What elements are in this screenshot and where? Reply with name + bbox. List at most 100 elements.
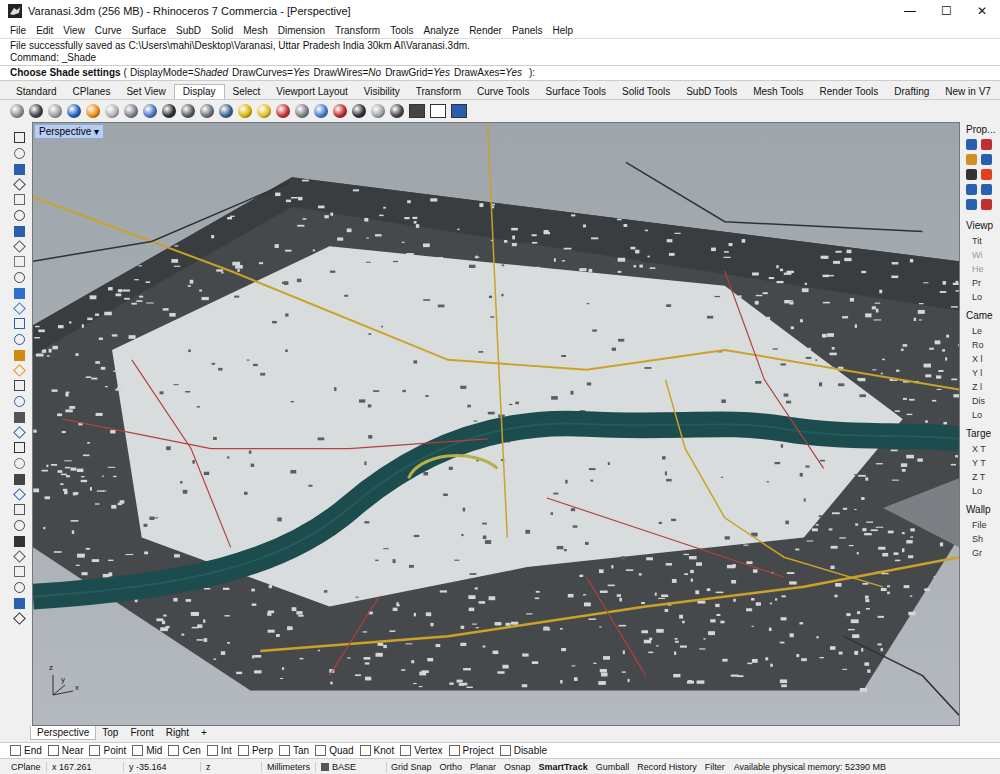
status-toggle[interactable]: Ortho xyxy=(436,762,467,772)
tool-icon[interactable] xyxy=(14,412,25,423)
panel-page-icon[interactable] xyxy=(966,154,977,165)
panel-field[interactable]: He xyxy=(966,262,1000,276)
status-toggle[interactable]: Grid Snap xyxy=(387,762,436,772)
menu-item[interactable]: File xyxy=(10,25,26,36)
panel-page-icon[interactable] xyxy=(981,199,992,210)
osnap-checkbox[interactable] xyxy=(315,745,326,756)
toolbar-tab[interactable]: SubD Tools xyxy=(678,85,745,99)
osnap-checkbox[interactable] xyxy=(500,745,511,756)
tool-icon[interactable] xyxy=(14,598,25,609)
display-tool-icon[interactable] xyxy=(200,104,214,118)
osnap-option[interactable]: Near xyxy=(48,745,84,756)
panel-field[interactable]: Dis xyxy=(966,394,1000,408)
layers-icon[interactable] xyxy=(451,104,467,118)
menu-item[interactable]: Analyze xyxy=(424,25,460,36)
tool-icon[interactable] xyxy=(14,132,25,143)
display-tool-icon[interactable] xyxy=(124,104,138,118)
panel-field[interactable]: Y l xyxy=(966,366,1000,380)
tool-icon[interactable] xyxy=(14,536,25,547)
panel-field[interactable]: Tit xyxy=(966,234,1000,248)
osnap-checkbox[interactable] xyxy=(360,745,371,756)
display-tool-icon[interactable] xyxy=(181,104,195,118)
cplane-label[interactable]: CPlane xyxy=(6,762,47,772)
panel-field[interactable]: Ro xyxy=(966,338,1000,352)
menu-item[interactable]: Curve xyxy=(95,25,122,36)
osnap-option[interactable]: Cen xyxy=(168,745,200,756)
osnap-checkbox[interactable] xyxy=(132,745,143,756)
panel-field[interactable]: Y T xyxy=(966,456,1000,470)
toolbar-tab[interactable]: Set View xyxy=(118,85,173,99)
viewport-tab[interactable]: Right xyxy=(160,726,195,739)
window-control-button[interactable]: ☐ xyxy=(928,4,964,18)
panel-page-icon[interactable] xyxy=(981,184,992,195)
display-tool-icon[interactable] xyxy=(295,104,309,118)
section-title[interactable]: Came xyxy=(966,308,1000,324)
menu-item[interactable]: Surface xyxy=(132,25,166,36)
add-viewport-button[interactable]: + xyxy=(195,726,213,739)
viewport-tab[interactable]: Front xyxy=(124,726,159,739)
display-tool-icon[interactable] xyxy=(29,104,43,118)
toolbar-tab[interactable]: Transform xyxy=(408,85,469,99)
city-model[interactable] xyxy=(33,123,959,725)
display-tool-icon[interactable] xyxy=(333,104,347,118)
toolbar-tab[interactable]: Mesh Tools xyxy=(745,85,811,99)
display-tool-icon[interactable] xyxy=(143,104,157,118)
osnap-checkbox[interactable] xyxy=(449,745,460,756)
panel-field[interactable]: Wi xyxy=(966,248,1000,262)
toolbar-tab[interactable]: New in V7 xyxy=(937,85,999,99)
tool-icon[interactable] xyxy=(14,318,25,329)
osnap-option[interactable]: Vertex xyxy=(400,745,442,756)
tool-icon[interactable] xyxy=(14,210,25,221)
panel-field[interactable]: Lo xyxy=(966,290,1000,304)
osnap-option[interactable]: Mid xyxy=(132,745,162,756)
panel-page-icon[interactable] xyxy=(966,139,977,150)
tool-icon[interactable] xyxy=(14,272,25,283)
display-tool-icon[interactable] xyxy=(48,104,62,118)
tool-icon[interactable] xyxy=(14,288,25,299)
display-tool-icon[interactable] xyxy=(10,104,24,118)
toolbar-tab[interactable]: Standard xyxy=(8,85,65,99)
osnap-checkbox[interactable] xyxy=(10,745,21,756)
status-toggle[interactable]: Gumball xyxy=(592,762,634,772)
toolbar-tab[interactable]: CPlanes xyxy=(65,85,119,99)
menu-item[interactable]: Mesh xyxy=(243,25,267,36)
prompt-option[interactable]: DrawWires=No xyxy=(314,67,382,78)
panel-page-icon[interactable] xyxy=(981,139,992,150)
osnap-option[interactable]: Tan xyxy=(279,745,309,756)
status-toggle[interactable]: Record History xyxy=(633,762,701,772)
menu-item[interactable]: Edit xyxy=(36,25,53,36)
display-tool-icon[interactable] xyxy=(86,104,100,118)
osnap-checkbox[interactable] xyxy=(238,745,249,756)
tool-icon[interactable] xyxy=(14,334,25,345)
panel-page-icon[interactable] xyxy=(981,154,992,165)
toolbar-tab[interactable]: Select xyxy=(225,85,269,99)
viewport-tab[interactable]: Top xyxy=(96,726,124,739)
panel-field[interactable]: File xyxy=(966,518,1000,532)
viewport-menu-glyph[interactable]: ▾ xyxy=(94,126,99,137)
osnap-checkbox[interactable] xyxy=(168,745,179,756)
panel-field[interactable]: Lo xyxy=(966,484,1000,498)
tool-icon[interactable] xyxy=(14,442,25,453)
panel-field[interactable]: Sh xyxy=(966,532,1000,546)
tool-icon[interactable] xyxy=(14,458,25,469)
menu-item[interactable]: Solid xyxy=(211,25,233,36)
menu-item[interactable]: SubD xyxy=(176,25,201,36)
display-tool-icon[interactable] xyxy=(257,104,271,118)
tool-icon[interactable] xyxy=(14,474,25,485)
panel-field[interactable]: Z l xyxy=(966,380,1000,394)
status-toggle[interactable]: SmartTrack xyxy=(535,762,592,772)
panel-field[interactable]: Pr xyxy=(966,276,1000,290)
display-tool-icon[interactable] xyxy=(390,104,404,118)
tool-icon[interactable] xyxy=(14,380,25,391)
osnap-option[interactable]: Project xyxy=(449,745,494,756)
command-prompt[interactable]: Choose Shade settings(DisplayMode=Shaded… xyxy=(0,65,1000,81)
toolbar-tab[interactable]: Curve Tools xyxy=(469,85,538,99)
tool-icon[interactable] xyxy=(14,226,25,237)
osnap-checkbox[interactable] xyxy=(400,745,411,756)
menu-item[interactable]: View xyxy=(63,25,85,36)
panel-field[interactable]: Lo xyxy=(966,408,1000,422)
panel-title[interactable]: Prop... xyxy=(966,122,1000,135)
tool-icon[interactable] xyxy=(14,256,25,267)
tool-icon[interactable] xyxy=(14,582,25,593)
tool-icon[interactable] xyxy=(14,350,25,361)
